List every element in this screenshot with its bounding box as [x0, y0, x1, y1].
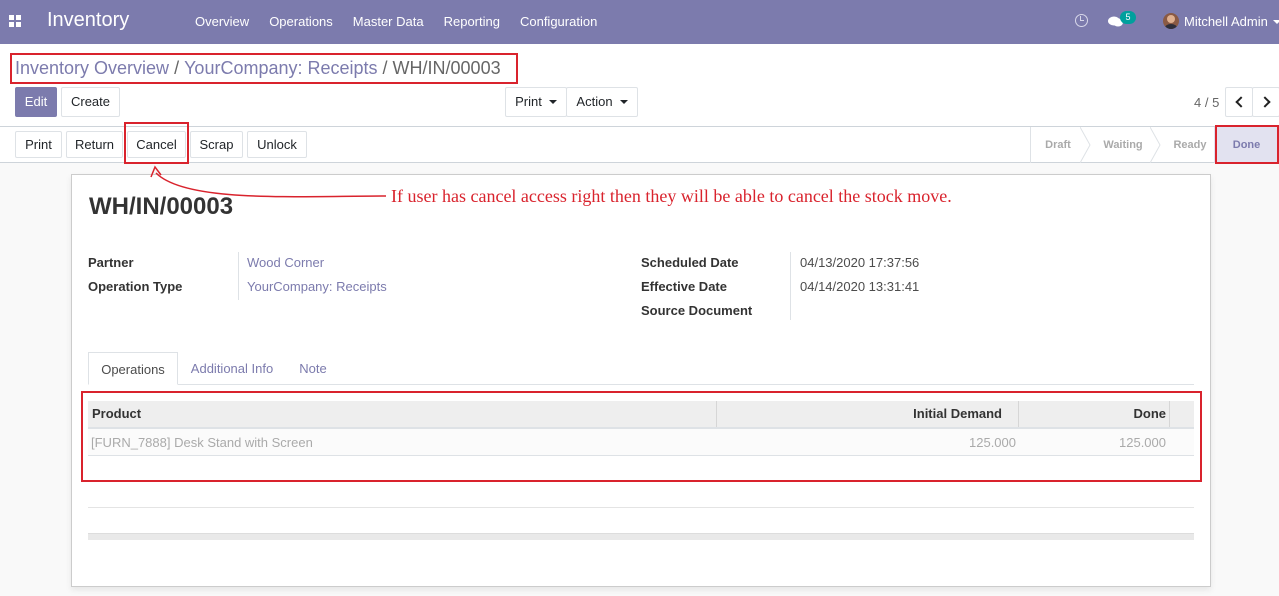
print-dropdown-label: Print: [515, 94, 542, 109]
source-document-label: Source Document: [641, 303, 753, 318]
chevron-down-icon: [619, 99, 628, 104]
edit-button[interactable]: Edit: [15, 87, 57, 117]
tab-operations[interactable]: Operations: [88, 352, 178, 385]
field-divider: [790, 276, 791, 300]
print-dropdown[interactable]: Print: [505, 87, 567, 117]
menu-item-reporting[interactable]: Reporting: [434, 0, 510, 44]
effective-date-field: 04/14/2020 13:31:41: [800, 279, 920, 294]
done-stage-highlight-box: [1215, 125, 1279, 164]
statusbar: Print Return Cancel Scrap Unlock Draft W…: [0, 127, 1279, 163]
scheduled-date-field: 04/13/2020 17:37:56: [800, 255, 920, 270]
annotation-arrow: [150, 165, 387, 198]
app-brand[interactable]: Inventory: [47, 9, 129, 32]
print-button[interactable]: Print: [15, 131, 62, 158]
tab-additional-info[interactable]: Additional Info: [182, 352, 282, 385]
pager-value[interactable]: 4 / 5: [1194, 95, 1219, 110]
menu-item-operations[interactable]: Operations: [259, 0, 343, 44]
stage-draft[interactable]: Draft: [1031, 127, 1085, 163]
pager-next-button[interactable]: [1252, 87, 1279, 117]
menu-item-master-data[interactable]: Master Data: [343, 0, 434, 44]
avatar[interactable]: [1163, 13, 1179, 29]
main-menu: Overview Operations Master Data Reportin…: [185, 0, 607, 44]
messages-count-badge: 5: [1120, 11, 1136, 24]
clock-icon[interactable]: [1075, 14, 1088, 27]
field-divider: [238, 252, 239, 276]
empty-row-divider: [88, 507, 1194, 508]
chevron-left-icon: [1234, 96, 1247, 108]
tab-note[interactable]: Note: [288, 352, 338, 385]
chevron-right-icon: [1258, 96, 1271, 108]
scheduled-date-label: Scheduled Date: [641, 255, 739, 270]
top-navbar: Inventory Overview Operations Master Dat…: [0, 0, 1279, 44]
chevron-down-icon[interactable]: [1273, 20, 1279, 24]
stage-waiting[interactable]: Waiting: [1090, 127, 1156, 163]
unlock-button[interactable]: Unlock: [247, 131, 307, 158]
breadcrumb-highlight-box: [10, 53, 518, 84]
field-divider: [790, 300, 791, 320]
menu-item-overview[interactable]: Overview: [185, 0, 259, 44]
operation-type-field[interactable]: YourCompany: Receipts: [247, 279, 387, 294]
action-dropdown[interactable]: Action: [566, 87, 638, 117]
pager-previous-button[interactable]: [1225, 87, 1253, 117]
apps-grid-icon[interactable]: [9, 15, 21, 27]
create-button[interactable]: Create: [61, 87, 120, 117]
cancel-highlight-box: [124, 122, 189, 164]
field-divider: [238, 276, 239, 300]
field-divider: [790, 252, 791, 276]
chevron-down-icon: [548, 99, 557, 104]
annotation-note: If user has cancel access right then the…: [391, 186, 952, 206]
user-menu-name[interactable]: Mitchell Admin: [1184, 14, 1268, 29]
partner-label: Partner: [88, 255, 134, 270]
partner-field[interactable]: Wood Corner: [247, 255, 324, 270]
operation-type-label: Operation Type: [88, 279, 183, 294]
action-dropdown-label: Action: [576, 94, 613, 109]
menu-item-configuration[interactable]: Configuration: [510, 0, 607, 44]
effective-date-label: Effective Date: [641, 279, 727, 294]
stage-ready[interactable]: Ready: [1162, 127, 1218, 163]
scrap-button[interactable]: Scrap: [190, 131, 243, 158]
table-highlight-box: [81, 391, 1202, 482]
table-footer: [88, 533, 1194, 540]
return-button[interactable]: Return: [66, 131, 123, 158]
